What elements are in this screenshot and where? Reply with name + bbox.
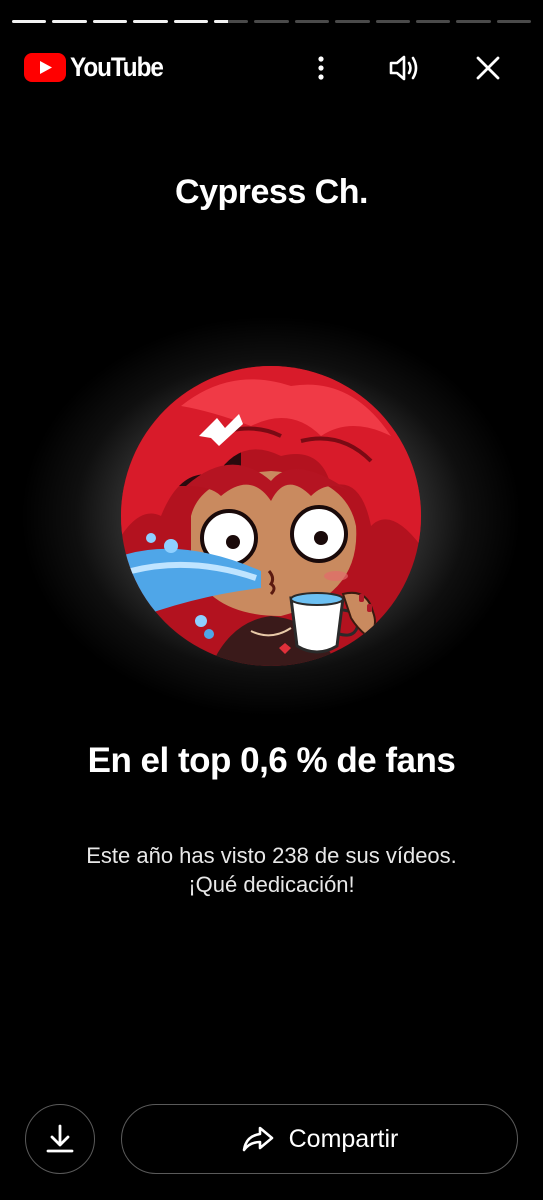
share-icon <box>242 1126 273 1152</box>
progress-segment <box>92 20 128 23</box>
progress-segment-fill <box>92 20 128 23</box>
progress-segment <box>335 20 370 23</box>
watch-stats-description: Este año has visto 238 de sus vídeos. ¡Q… <box>0 841 543 899</box>
progress-segment-fill <box>12 20 47 23</box>
share-button[interactable]: Compartir <box>121 1104 518 1174</box>
avatar-illustration <box>121 366 421 666</box>
youtube-wordmark: YouTube <box>70 52 164 82</box>
progress-segment <box>12 20 47 23</box>
youtube-play-icon <box>24 53 66 82</box>
story-progress-bar <box>12 20 532 24</box>
more-vert-icon <box>318 56 324 80</box>
close-button[interactable] <box>466 46 510 90</box>
close-icon <box>476 56 500 80</box>
progress-segment <box>213 20 249 23</box>
channel-name: Cypress Ch. <box>175 173 368 211</box>
description-line-2: ¡Qué dedicación! <box>188 872 355 897</box>
description-line-1: Este año has visto 238 de sus vídeos. <box>86 843 457 868</box>
youtube-logo: YouTube <box>24 52 173 83</box>
progress-segment <box>415 20 451 23</box>
channel-avatar <box>121 366 421 666</box>
progress-segment <box>456 20 491 23</box>
progress-segment <box>375 20 410 23</box>
share-label: Compartir <box>288 1124 399 1153</box>
fan-rank-headline: En el top 0,6 % de fans <box>87 741 456 780</box>
progress-segment <box>496 20 532 23</box>
progress-segment <box>173 20 208 23</box>
progress-segment <box>294 20 330 23</box>
sound-button[interactable] <box>383 46 427 90</box>
top-bar: YouTube <box>24 46 521 90</box>
progress-segment-fill <box>133 20 168 23</box>
progress-segment <box>254 20 289 23</box>
progress-segment-fill <box>52 20 87 23</box>
progress-segment-fill <box>213 20 228 23</box>
progress-segment <box>52 20 87 23</box>
download-icon <box>46 1124 74 1153</box>
progress-segment-fill <box>173 20 208 23</box>
volume-icon <box>389 55 418 81</box>
more-options-button[interactable] <box>299 46 343 90</box>
download-button[interactable] <box>25 1104 95 1174</box>
progress-segment <box>133 20 168 23</box>
